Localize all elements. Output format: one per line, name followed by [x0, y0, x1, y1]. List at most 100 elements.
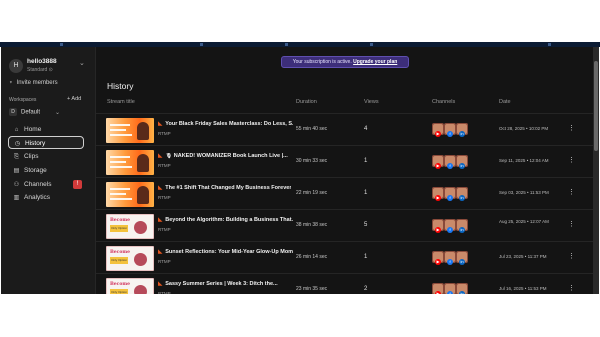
sidebar-item-history[interactable]: ◷ History	[8, 136, 84, 149]
linkedin-icon: in	[459, 131, 465, 137]
stream-views: 1	[364, 158, 368, 164]
channel-avatars[interactable]: ▶ f in	[432, 123, 472, 137]
banner-text: Your subscription is active.	[292, 59, 352, 65]
table-row[interactable]: ◣ 🎙 NAKED! WOMANIZER Book Launch Live |..…	[96, 145, 593, 178]
youtube-icon: ▶	[435, 131, 441, 137]
stream-title[interactable]: ◣ Sassy Summer Series | Week 3: Ditch the…	[158, 281, 278, 287]
linkedin-icon: in	[459, 259, 465, 265]
channel-avatars[interactable]: ▶ f in	[432, 187, 472, 201]
stream-duration: 30 min 33 sec	[296, 158, 328, 164]
channel-avatars[interactable]: ▶ f in	[432, 219, 472, 233]
stream-thumbnail[interactable]	[106, 182, 154, 207]
table-row[interactable]: Become Only Option ◣ Sunset Reflections: Yo…	[96, 241, 593, 274]
stream-title[interactable]: ◣ The #1 Shift That Changed My Business F…	[158, 185, 291, 191]
thumbnail-person	[137, 186, 149, 204]
channel-avatars[interactable]: ▶ f in	[432, 251, 472, 265]
page-bottom	[0, 294, 600, 337]
stream-title-text: Sassy Summer Series | Week 3: Ditch the.…	[165, 281, 278, 287]
sidebar-item-label: Storage	[24, 167, 47, 174]
account-plan: Standard ⊙	[27, 67, 53, 73]
invite-members-button[interactable]: ⍤ Invite members	[9, 80, 58, 87]
more-options-icon[interactable]: ⋮	[568, 188, 575, 196]
channel-avatar: ▶	[432, 283, 444, 294]
strip-marker	[200, 43, 203, 46]
stream-thumbnail[interactable]	[106, 118, 154, 143]
channel-avatar: f	[444, 251, 456, 265]
facebook-icon: f	[447, 227, 453, 233]
thumbnail-text: Become	[110, 282, 131, 287]
thumbnail-text-line	[110, 161, 126, 163]
sidebar-item-channels[interactable]: ⚇ Channels !	[8, 178, 84, 191]
strip-marker	[548, 43, 551, 46]
stream-title[interactable]: ◣ Beyond the Algorithm: Building a Busine…	[158, 217, 293, 223]
table-row[interactable]: Become Only Option ◣ Beyond the Algorithm: …	[96, 209, 593, 242]
stream-title[interactable]: ◣ 🎙 NAKED! WOMANIZER Book Launch Live |..…	[158, 153, 288, 159]
stream-title[interactable]: ◣ Your Black Friday Sales Masterclass: Do…	[158, 121, 293, 127]
sidebar-item-label: Analytics	[24, 194, 51, 201]
channel-avatar: in	[456, 251, 468, 265]
column-header-channels: Channels	[432, 99, 456, 105]
account-name: hello3888	[27, 58, 57, 65]
facebook-icon: f	[447, 195, 453, 201]
channel-avatar: f	[444, 283, 456, 294]
channel-avatar: ▶	[432, 219, 444, 233]
workspaces-label: Workspaces	[9, 97, 37, 103]
table-header: Stream title Duration Views Channels Dat…	[96, 99, 593, 109]
stream-title-text: 🎙 NAKED! WOMANIZER Book Launch Live |...	[165, 153, 288, 159]
stream-duration: 22 min 19 sec	[296, 190, 328, 196]
more-options-icon[interactable]: ⋮	[568, 156, 575, 164]
stream-thumbnail[interactable]: Become Only Option	[106, 278, 154, 294]
thumbnail-text-line	[110, 129, 126, 131]
scrollbar[interactable]	[593, 47, 599, 294]
sidebar-item-label: Home	[24, 126, 42, 133]
sidebar-item-clips[interactable]: ⎘ Clips	[8, 150, 84, 163]
sidebar-item-label: Channels	[24, 181, 52, 188]
sidebar-item-home[interactable]: ⌂ Home	[8, 123, 84, 136]
channel-avatars[interactable]: ▶ f in	[432, 283, 472, 294]
linkedin-icon: in	[459, 163, 465, 169]
youtube-icon: ▶	[435, 195, 441, 201]
stream-type-icon: ◣	[158, 281, 163, 287]
stream-title-text: Your Black Friday Sales Masterclass: Do …	[165, 121, 293, 127]
avatar: H	[9, 59, 23, 73]
more-options-icon[interactable]: ⋮	[568, 284, 575, 292]
thumbnail-text: Only Option	[110, 257, 128, 264]
account-switcher[interactable]: H hello3888 Standard ⊙ ⌄	[9, 57, 89, 81]
scrollbar-thumb[interactable]	[594, 61, 598, 151]
add-workspace-button[interactable]: + Add	[67, 96, 81, 102]
sidebar-item-analytics[interactable]: ▥ Analytics	[8, 191, 84, 204]
stream-thumbnail[interactable]: Become Only Option	[106, 214, 154, 239]
sidebar-item-label: Clips	[24, 153, 39, 160]
thumbnail-text-line	[110, 193, 126, 195]
more-options-icon[interactable]: ⋮	[568, 124, 575, 132]
channel-avatar: ▶	[432, 123, 444, 137]
stream-title[interactable]: ◣ Sunset Reflections: Your Mid-Year Glow-…	[158, 249, 293, 255]
stream-views: 1	[364, 190, 368, 196]
analytics-icon: ▥	[13, 195, 20, 201]
more-options-icon[interactable]: ⋮	[568, 252, 575, 260]
stream-title-text: Sunset Reflections: Your Mid-Year Glow-U…	[165, 249, 293, 255]
channel-avatars[interactable]: ▶ f in	[432, 155, 472, 169]
stream-source: RTMP	[158, 227, 171, 232]
workspace-name: Default	[21, 109, 41, 116]
strip-marker	[60, 43, 63, 46]
stream-type-icon: ◣	[158, 153, 163, 159]
youtube-icon: ▶	[435, 259, 441, 265]
thumbnail-person	[134, 285, 147, 294]
thumbnail-person	[137, 122, 149, 140]
subscription-banner: Your subscription is active. Upgrade you…	[281, 56, 409, 68]
stream-views: 5	[364, 222, 368, 228]
thumbnail-person	[137, 154, 149, 172]
table-row[interactable]: ◣ The #1 Shift That Changed My Business F…	[96, 177, 593, 210]
thumbnail-person	[134, 221, 147, 234]
stream-thumbnail[interactable]: Become Only Option	[106, 246, 154, 271]
table-row[interactable]: ◣ Your Black Friday Sales Masterclass: Do…	[96, 113, 593, 146]
sidebar-item-storage[interactable]: ▤ Storage	[8, 164, 84, 177]
channel-avatar: in	[456, 219, 468, 233]
stream-thumbnail[interactable]	[106, 150, 154, 175]
stream-duration: 38 min 38 sec	[296, 222, 328, 228]
upgrade-plan-link[interactable]: Upgrade your plan	[353, 59, 397, 65]
table-row[interactable]: Become Only Option ◣ Sassy Summer Series | …	[96, 273, 593, 294]
more-options-icon[interactable]: ⋮	[568, 220, 575, 228]
workspace-select[interactable]: D Default ⌄	[9, 108, 79, 120]
